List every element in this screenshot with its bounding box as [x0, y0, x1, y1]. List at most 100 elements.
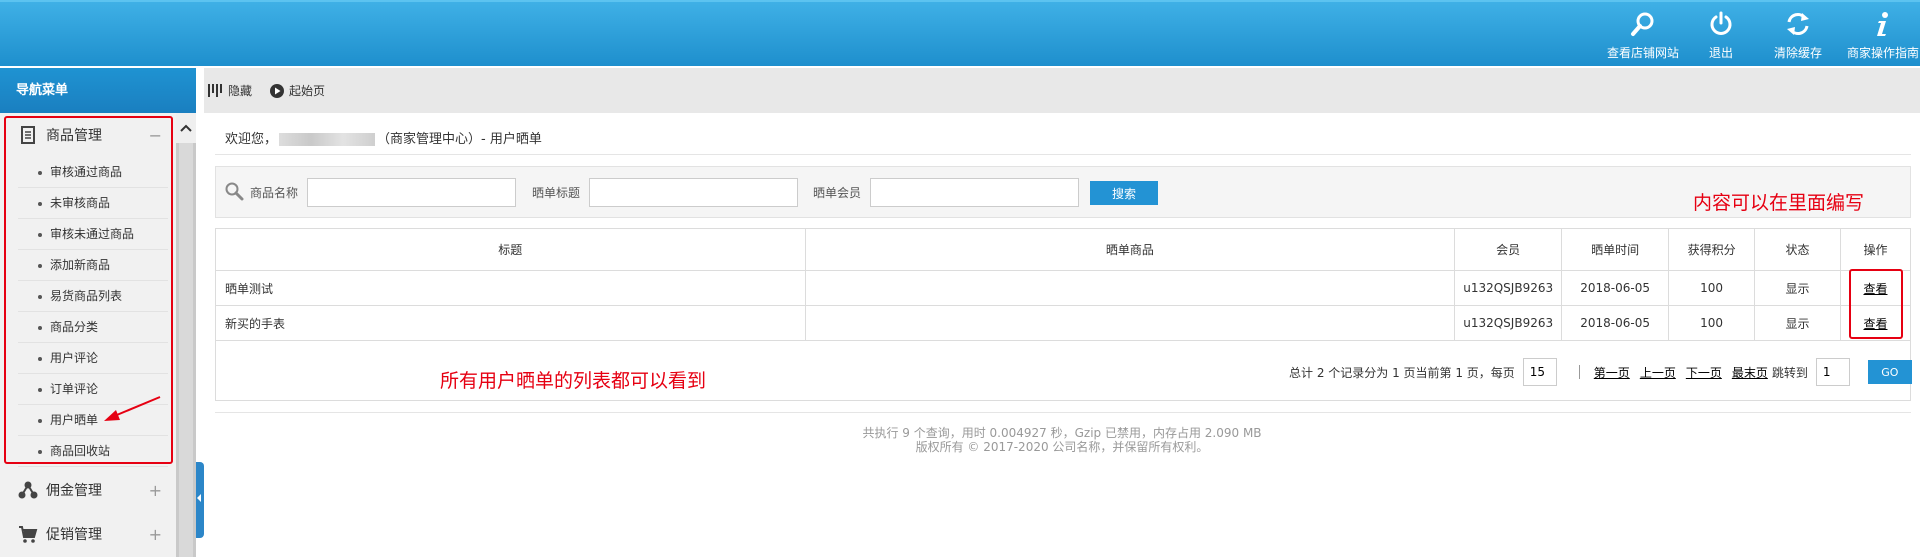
- search-icon: [225, 182, 244, 201]
- cell-action: 查看: [1839, 305, 1912, 341]
- cell-title: 晒单测试: [215, 270, 806, 306]
- view-link[interactable]: 查看: [1863, 317, 1887, 331]
- cell-points: 100: [1668, 270, 1756, 306]
- jump-page-input[interactable]: [1815, 358, 1850, 386]
- last-page-link[interactable]: 最末页: [1732, 364, 1768, 381]
- annotation-text-right: 内容可以在里面编写: [1693, 192, 1865, 214]
- hide-icon: [208, 84, 222, 97]
- cell-date: 2018-06-05: [1561, 305, 1670, 341]
- cart-icon: [19, 526, 38, 543]
- redacted-username: [279, 133, 376, 146]
- merchant-guide-label: 商家操作指南: [1846, 46, 1919, 60]
- cell-status: 显示: [1754, 270, 1841, 306]
- clear-cache-label: 清除缓存: [1773, 46, 1822, 60]
- refresh-icon: [1787, 13, 1809, 35]
- col-action: 操作: [1839, 228, 1912, 271]
- next-page-link[interactable]: 下一页: [1686, 364, 1722, 381]
- sidebar-item-unreviewed-products[interactable]: 未审核商品: [18, 188, 168, 219]
- showcase-member-label: 晒单会员: [813, 186, 862, 200]
- group-product-management[interactable]: 商品管理 −: [0, 113, 176, 157]
- sidebar-item-user-reviews[interactable]: 用户评论: [18, 343, 168, 374]
- start-page-label: 起始页: [289, 84, 326, 98]
- showcase-title-label: 晒单标题: [532, 186, 581, 200]
- annotation-arrow-icon: [104, 396, 161, 421]
- sidebar-item-barter-products[interactable]: 易货商品列表: [18, 281, 168, 312]
- showcase-title-input[interactable]: [589, 178, 798, 207]
- cell-member: u132QSJB9263: [1454, 270, 1563, 306]
- view-store-label: 查看店铺网站: [1606, 46, 1679, 60]
- view-store-button[interactable]: 查看店铺网站: [1594, 10, 1692, 62]
- group-label: 促销管理: [46, 527, 102, 543]
- search-button[interactable]: 搜索: [1090, 181, 1158, 205]
- info-icon: [1877, 12, 1888, 36]
- sidebar-item-recycle-bin[interactable]: 商品回收站: [18, 436, 168, 467]
- col-date: 晒单时间: [1561, 228, 1670, 271]
- clear-cache-button[interactable]: 清除缓存: [1750, 10, 1846, 62]
- logout-button[interactable]: 退出: [1692, 10, 1750, 62]
- scroll-up-button[interactable]: [176, 113, 196, 143]
- cell-member: u132QSJB9263: [1454, 305, 1563, 341]
- col-points: 获得积分: [1668, 228, 1756, 271]
- group-label: 商品管理: [46, 128, 102, 144]
- sidebar-item-categories[interactable]: 商品分类: [18, 312, 168, 343]
- per-page-input[interactable]: [1522, 358, 1557, 386]
- first-page-link[interactable]: 第一页: [1594, 364, 1630, 381]
- product-name-label: 商品名称: [250, 186, 299, 200]
- col-status: 状态: [1754, 228, 1841, 271]
- annotation-text-left: 所有用户晒单的列表都可以看到: [440, 370, 707, 392]
- col-member: 会员: [1454, 228, 1563, 271]
- divider: [215, 154, 1911, 155]
- cell-points: 100: [1668, 305, 1756, 341]
- search-icon: [1631, 12, 1654, 36]
- pagination: 总计 2 个记录分为 1 页当前第 1 页，每页 第一页 上一页 下一页 最末页…: [1289, 357, 1912, 387]
- share-icon: [18, 481, 38, 499]
- sidebar-item-rejected-products[interactable]: 审核未通过商品: [18, 219, 168, 250]
- group-commission-management[interactable]: 佣金管理 +: [0, 468, 176, 512]
- product-name-input[interactable]: [307, 178, 516, 207]
- welcome-prefix: 欢迎您，: [225, 132, 278, 147]
- col-title: 标题: [215, 228, 806, 271]
- go-button[interactable]: GO: [1867, 360, 1912, 384]
- table-row: 晒单测试 u132QSJB9263 2018-06-05 100 显示 查看: [215, 270, 1912, 306]
- showcase-member-input[interactable]: [870, 178, 1079, 207]
- group-label: 佣金管理: [46, 483, 102, 499]
- footer-stats: 共执行 9 个查询，用时 0.004927 秒，Gzip 已禁用，内存占用 2.…: [862, 426, 1262, 440]
- logout-label: 退出: [1708, 46, 1733, 60]
- table-row: 新买的手表 u132QSJB9263 2018-06-05 100 显示 查看: [215, 305, 1912, 341]
- merchant-guide-button[interactable]: 商家操作指南: [1846, 10, 1920, 62]
- cell-action: 查看: [1839, 270, 1912, 306]
- start-page-button[interactable]: 起始页: [270, 82, 325, 99]
- cell-product: [804, 270, 1456, 306]
- document-icon: [21, 126, 35, 144]
- expand-toggle[interactable]: +: [149, 481, 162, 500]
- footer-copyright: 版权所有 © 2017-2020 公司名称，并保留所有权利。: [915, 440, 1209, 454]
- divider: [215, 412, 1911, 413]
- sidebar-collapse-handle[interactable]: [196, 462, 204, 538]
- jump-to-label: 跳转到: [1771, 365, 1808, 380]
- power-icon: [1710, 11, 1732, 35]
- sidebar-scrollbar[interactable]: [176, 113, 196, 557]
- sidebar-item-approved-products[interactable]: 审核通过商品: [18, 157, 168, 188]
- showcase-table: 标题 晒单商品 会员 晒单时间 获得积分 状态 操作 晒单测试 u132QSJB…: [215, 228, 1912, 341]
- footer: 共执行 9 个查询，用时 0.004927 秒，Gzip 已禁用，内存占用 2.…: [600, 426, 1524, 454]
- sidebar-item-add-product[interactable]: 添加新商品: [18, 250, 168, 281]
- hide-sidebar-button[interactable]: 隐藏: [208, 82, 252, 99]
- group-promotion-management[interactable]: 促销管理 +: [0, 512, 176, 556]
- cell-product: [804, 305, 1456, 341]
- cell-date: 2018-06-05: [1561, 270, 1670, 306]
- scroll-thumb[interactable]: [179, 143, 193, 557]
- col-product: 晒单商品: [804, 228, 1456, 271]
- view-link[interactable]: 查看: [1863, 282, 1887, 296]
- page-title: 欢迎您， （商家管理中心）- 用户晒单: [225, 128, 542, 147]
- pager-summary: 总计 2 个记录分为 1 页当前第 1 页，每页: [1289, 365, 1515, 380]
- top-header: 查看店铺网站 退出 清除缓存 商家操作指南: [0, 0, 1920, 66]
- search-bar: 商品名称 晒单标题 晒单会员 搜索: [215, 166, 1911, 218]
- expand-toggle[interactable]: +: [149, 525, 162, 544]
- table-header-row: 标题 晒单商品 会员 晒单时间 获得积分 状态 操作: [215, 228, 1912, 271]
- pager-divider: [1578, 365, 1580, 379]
- collapse-toggle[interactable]: −: [149, 126, 162, 145]
- nav-menu-title: 导航菜单: [0, 68, 196, 113]
- cell-status: 显示: [1754, 305, 1841, 341]
- toolbar: 隐藏 起始页: [204, 68, 1920, 113]
- prev-page-link[interactable]: 上一页: [1640, 364, 1676, 381]
